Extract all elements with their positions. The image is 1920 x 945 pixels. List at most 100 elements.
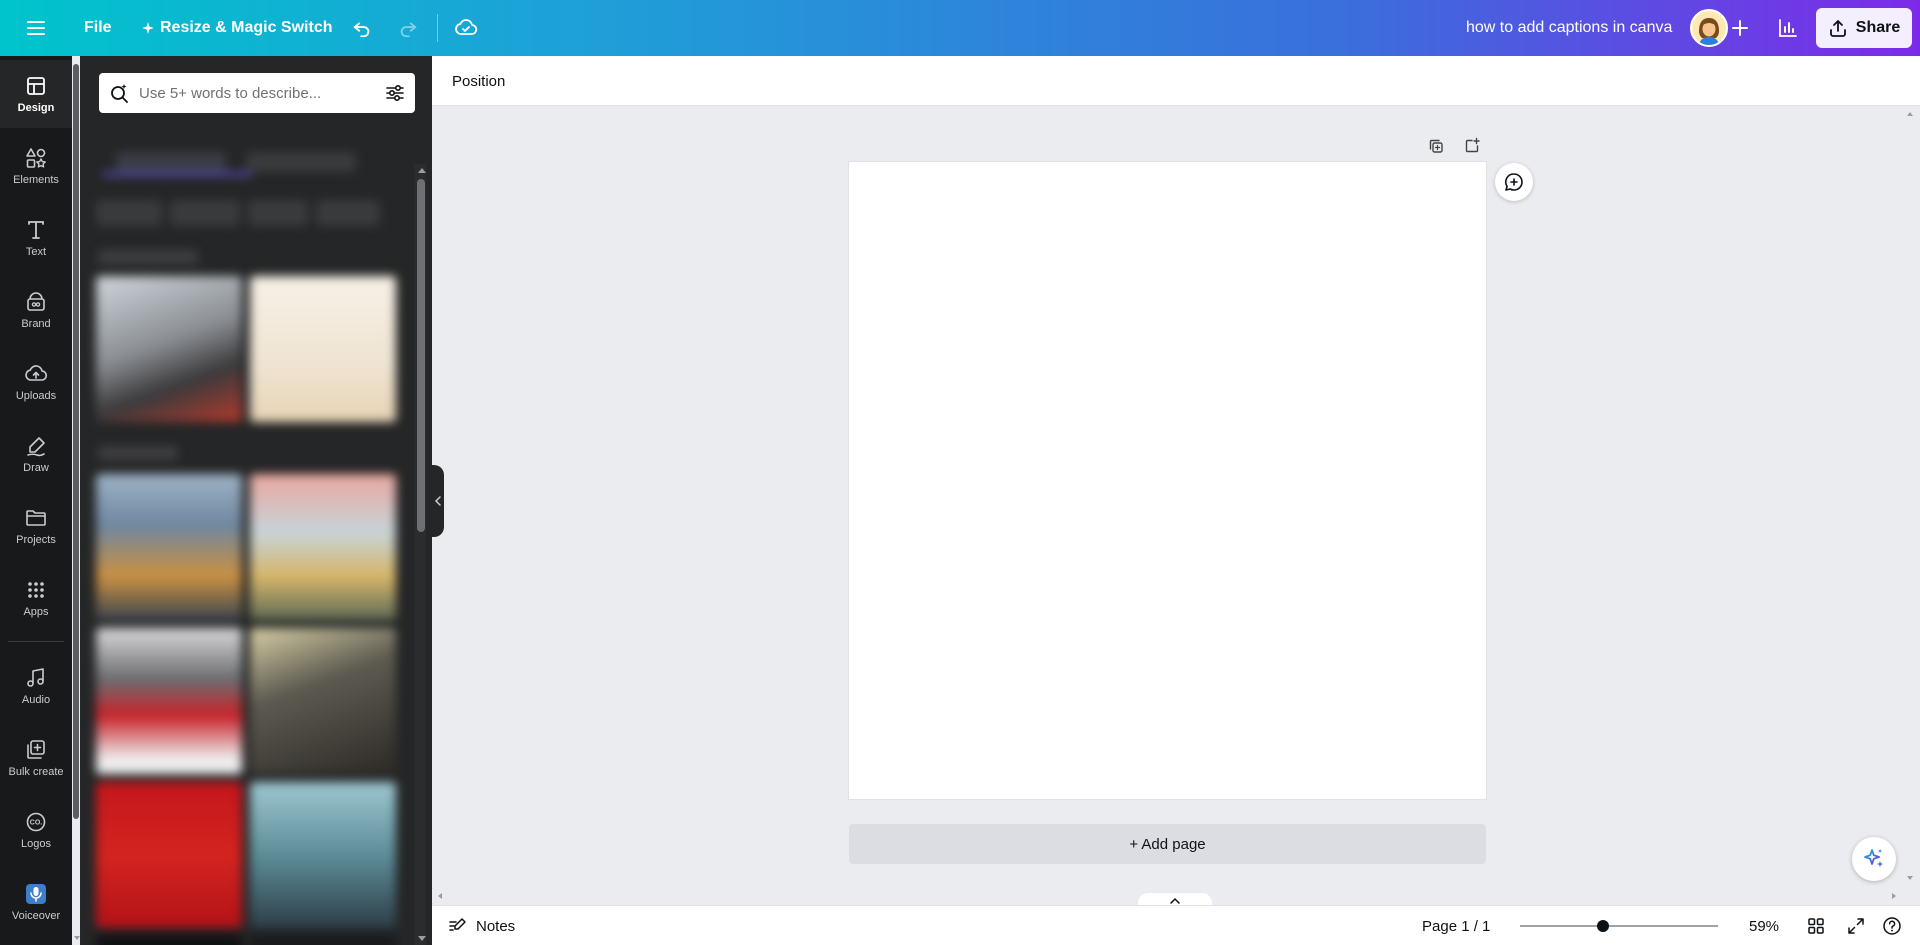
- rail-item-label: Elements: [13, 174, 59, 186]
- grid-icon: [28, 582, 44, 598]
- comment-add-icon: [1504, 173, 1523, 191]
- help-button[interactable]: [1878, 912, 1906, 940]
- grid-view-icon: [1808, 918, 1824, 934]
- toolbar-divider: [437, 14, 438, 42]
- canva-assistant-button[interactable]: [1852, 837, 1896, 881]
- rail-item-logos[interactable]: CO. Logos: [0, 796, 72, 864]
- shapes-icon: [26, 148, 46, 168]
- add-comment-button[interactable]: [1495, 163, 1533, 201]
- canvas-scroll-down-icon[interactable]: [1907, 876, 1913, 880]
- pen-icon: [27, 437, 45, 457]
- sparkle-icon: [142, 22, 154, 34]
- rail-item-audio[interactable]: Audio: [0, 652, 72, 720]
- rail-item-label: Uploads: [15, 390, 57, 402]
- redo-icon: [400, 22, 417, 38]
- fullscreen-button[interactable]: [1842, 912, 1870, 940]
- share-button[interactable]: Share: [1816, 8, 1912, 48]
- rail-item-label: Projects: [16, 534, 56, 546]
- help-icon: [1883, 917, 1901, 935]
- rail-item-draw[interactable]: Draw: [0, 420, 72, 488]
- rail-item-bulk-create[interactable]: Bulk create: [0, 724, 72, 792]
- resize-magic-switch-button[interactable]: Resize & Magic Switch: [130, 8, 345, 48]
- notes-pen-icon: [449, 918, 466, 931]
- rail-item-label: Bulk create: [8, 766, 64, 778]
- sparkles-icon: [1864, 849, 1883, 867]
- side-navigation-rail: Design Elements Text Brand Uploads Draw …: [0, 56, 72, 945]
- collapse-panel-handle[interactable]: [432, 465, 444, 537]
- template-search-input[interactable]: [139, 73, 369, 113]
- design-page[interactable]: [849, 162, 1486, 799]
- design-title[interactable]: how to add captions in canva: [1450, 8, 1688, 48]
- undo-icon: [353, 22, 370, 38]
- page-counter[interactable]: Page 1 / 1: [1414, 910, 1498, 942]
- canvas-scroll-right-icon[interactable]: [1892, 893, 1896, 899]
- cloud-upload-icon: [25, 365, 48, 381]
- cloud-check-icon: [455, 19, 478, 35]
- rail-item-label: Audio: [21, 694, 51, 706]
- plus-icon: [1732, 20, 1748, 36]
- bulk-create-icon: [27, 740, 45, 759]
- rail-item-uploads[interactable]: Uploads: [0, 348, 72, 416]
- rail-item-apps[interactable]: Apps: [0, 564, 72, 632]
- zoom-slider-thumb[interactable]: [1597, 920, 1610, 932]
- music-note-icon: [27, 668, 44, 687]
- rail-item-label: Draw: [23, 462, 49, 474]
- bar-chart-icon: [1779, 19, 1797, 37]
- rail-item-voiceover[interactable]: Voiceover: [0, 868, 72, 936]
- zoom-level[interactable]: 59%: [1732, 910, 1796, 942]
- rail-item-elements[interactable]: Elements: [0, 132, 72, 200]
- hamburger-icon: [27, 21, 45, 35]
- brand-icon: [27, 292, 45, 311]
- insights-button[interactable]: [1768, 8, 1808, 48]
- add-page-above-button[interactable]: [1460, 134, 1484, 158]
- canvas-scroll-up-icon[interactable]: [1907, 112, 1913, 116]
- rail-item-design[interactable]: Design: [0, 60, 72, 128]
- voiceover-icon: [26, 884, 46, 904]
- rail-item-label: Text: [25, 246, 47, 258]
- panel-scroll-down-icon[interactable]: [418, 936, 426, 941]
- main-menu-button[interactable]: [16, 8, 56, 48]
- upload-icon: [1829, 20, 1846, 37]
- rail-scrollbar[interactable]: [73, 64, 79, 819]
- logo-icon: CO.: [26, 812, 46, 832]
- rail-item-projects[interactable]: Projects: [0, 492, 72, 560]
- rail-item-brand[interactable]: Brand: [0, 276, 72, 344]
- grid-view-button[interactable]: [1802, 912, 1830, 940]
- add-collaborator-button[interactable]: [1720, 8, 1760, 48]
- rail-item-label: Brand: [21, 318, 51, 330]
- editor-footer: Notes Page 1 / 1 59%: [432, 905, 1920, 945]
- chevron-up-icon: [1170, 897, 1180, 904]
- duplicate-page-button[interactable]: [1424, 134, 1448, 158]
- resize-label: Resize & Magic Switch: [160, 19, 333, 36]
- rail-item-label: Voiceover: [11, 910, 61, 922]
- magic-search-icon: [111, 84, 128, 103]
- text-icon: [28, 221, 44, 239]
- notes-button[interactable]: Notes: [440, 910, 523, 942]
- canvas-scroll-left-icon[interactable]: [438, 893, 442, 899]
- file-menu-button[interactable]: File: [72, 8, 124, 48]
- panel-scroll-up-icon[interactable]: [418, 168, 426, 173]
- rail-item-text[interactable]: Text: [0, 204, 72, 272]
- share-label: Share: [1855, 19, 1901, 36]
- layout-icon: [27, 77, 45, 95]
- zoom-slider-track[interactable]: [1520, 925, 1718, 927]
- filter-sliders-icon[interactable]: [383, 81, 407, 105]
- context-toolbar: Position: [432, 56, 1920, 106]
- template-search-box: [99, 73, 415, 113]
- rail-item-label: Logos: [21, 838, 51, 850]
- folder-icon: [26, 510, 46, 526]
- add-page-button[interactable]: + Add page: [849, 824, 1486, 864]
- position-button[interactable]: Position: [444, 65, 513, 97]
- redo-button[interactable]: [388, 8, 428, 48]
- svg-text:CO.: CO.: [30, 820, 43, 827]
- template-results-blurred: [96, 134, 400, 945]
- panel-scrollbar-thumb[interactable]: [417, 179, 425, 532]
- top-header: File Resize & Magic Switch how to add ca…: [0, 0, 1920, 56]
- chevron-left-icon: [434, 496, 441, 506]
- add-page-icon: [1465, 137, 1480, 153]
- undo-button[interactable]: [342, 8, 382, 48]
- rail-divider: [8, 641, 64, 642]
- save-status-button[interactable]: [446, 8, 486, 48]
- duplicate-icon: [1429, 139, 1443, 153]
- rail-item-label: Apps: [23, 606, 49, 618]
